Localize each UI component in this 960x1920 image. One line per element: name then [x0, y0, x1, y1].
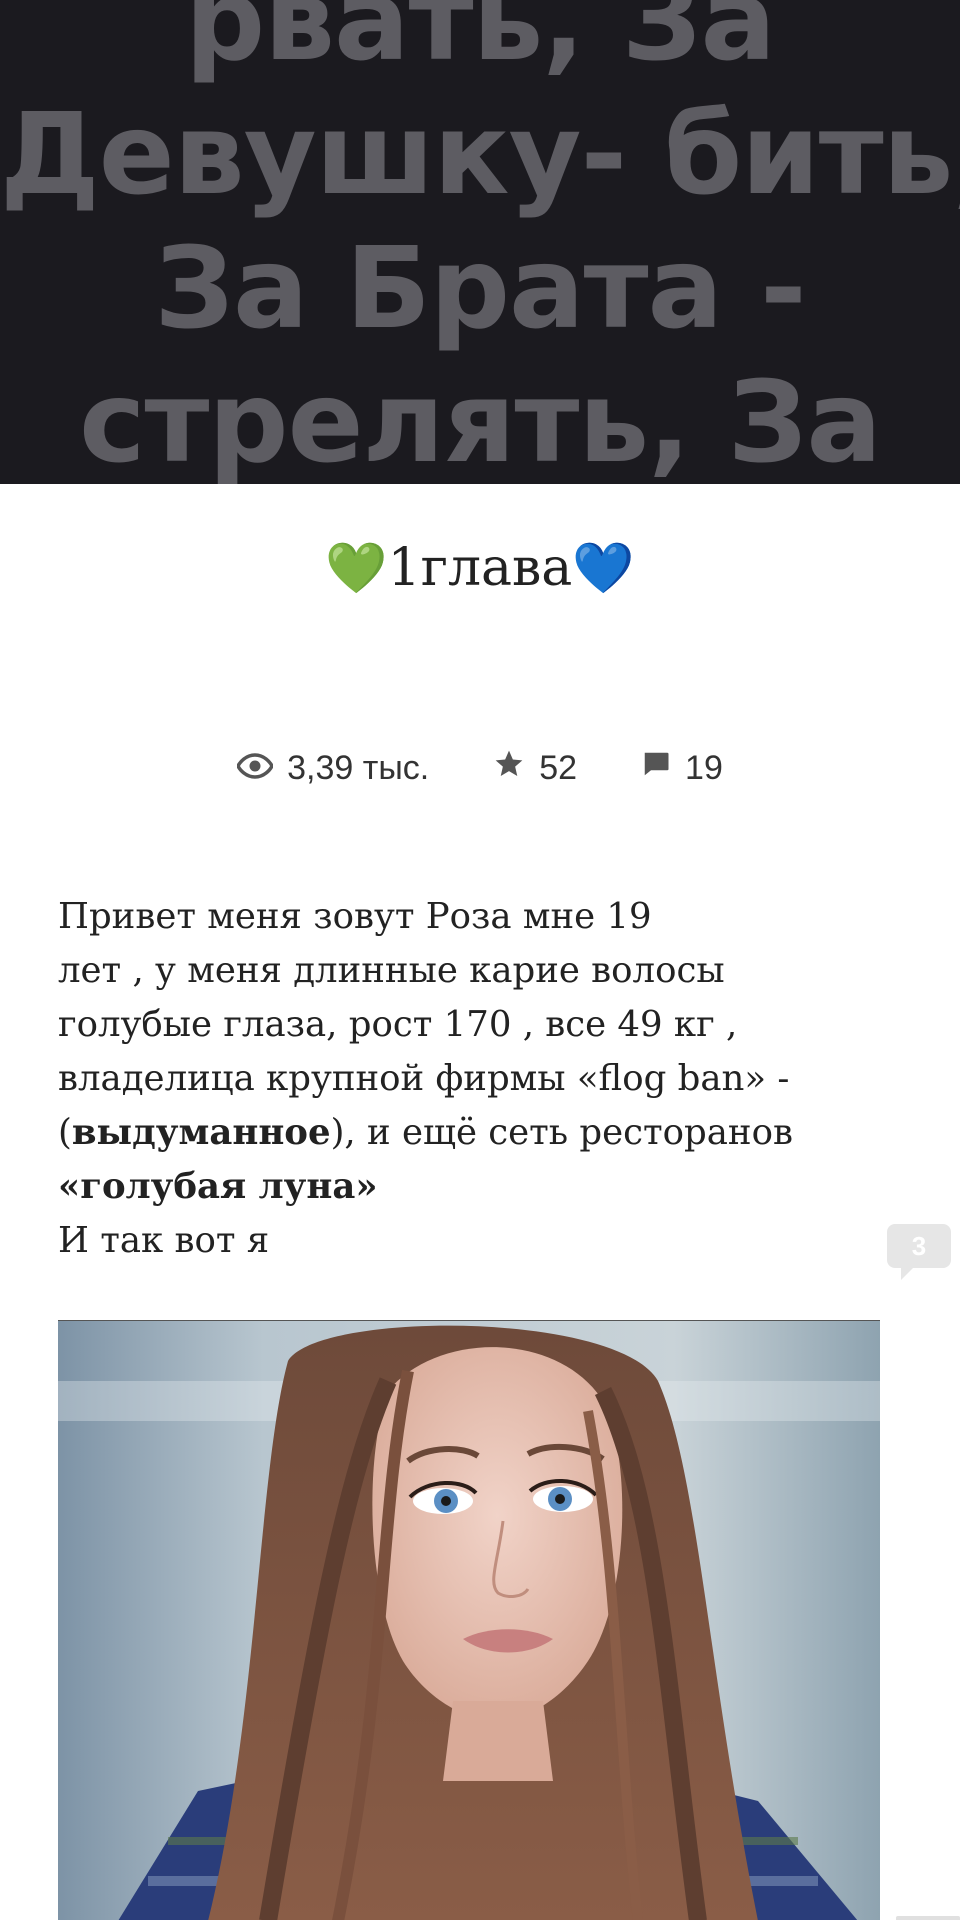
- text-fragment: ), и ещё сеть ресторанов: [330, 1112, 793, 1153]
- text-line: голубые глаза, рост 170 , все 49 кг ,: [58, 1004, 738, 1045]
- views-stat: 3,39 тыс.: [236, 748, 430, 788]
- cover-line: Девушку- бить,: [0, 90, 960, 220]
- comments-count: 19: [685, 748, 723, 787]
- text-line: «голубая луна»: [58, 1160, 858, 1214]
- cover-line: стрелять, За: [79, 358, 882, 484]
- scroll-indicator: [896, 1916, 960, 1920]
- cover-text: рвать, За Девушку- бить, За Брата - стре…: [0, 0, 960, 484]
- cover-image: рвать, За Девушку- бить, За Брата - стре…: [0, 0, 960, 484]
- comment-icon: [641, 749, 685, 788]
- text-fragment: (: [58, 1112, 72, 1153]
- text-line: Привет меня зовут Роза мне 19: [58, 896, 652, 937]
- text-line: лет , у меня длинные карие волосы: [58, 950, 725, 991]
- chapter-title: 💚1глава💙: [0, 536, 960, 600]
- blue-heart-icon: 💙: [572, 539, 635, 597]
- text-line: владелица крупной фирмы «flog ban» -: [58, 1058, 790, 1099]
- cover-line: рвать, За: [184, 0, 776, 86]
- chapter-stats: 3,39 тыс. 52 19: [0, 744, 960, 792]
- paragraph-comments-count: 3: [887, 1224, 951, 1268]
- text-line: И так вот я: [58, 1220, 270, 1261]
- text-line: (выдуманное), и ещё сеть ресторанов: [58, 1106, 858, 1160]
- paragraph-comments-button[interactable]: 3: [887, 1224, 951, 1280]
- rating-stat[interactable]: 52: [493, 748, 577, 789]
- views-count: 3,39 тыс.: [287, 748, 430, 787]
- chapter-photo: [58, 1320, 880, 1920]
- bubble-tail: [901, 1266, 915, 1280]
- chapter-title-text: 1глава: [387, 538, 573, 598]
- cover-line: За Брата -: [154, 224, 806, 354]
- comments-stat[interactable]: 19: [641, 749, 723, 788]
- green-heart-icon: 💚: [325, 539, 388, 597]
- bold-text: выдуманное: [71, 1112, 331, 1153]
- chapter-text: Привет меня зовут Роза мне 19 лет , у ме…: [58, 890, 858, 1268]
- star-icon: [493, 748, 539, 789]
- rating-count: 52: [539, 748, 578, 787]
- eye-icon: [236, 749, 287, 788]
- bold-text: «голубая луна»: [58, 1166, 378, 1207]
